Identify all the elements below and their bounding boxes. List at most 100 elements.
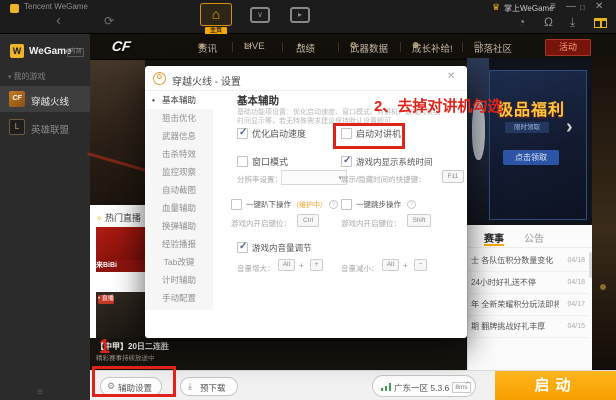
- menu-item-basic[interactable]: 基本辅助: [145, 91, 213, 109]
- download-icon: [188, 381, 192, 392]
- plus-separator: +: [403, 261, 408, 270]
- checkbox-window-mode[interactable]: [237, 156, 248, 167]
- sidebar-item-crossfire[interactable]: CF 穿越火线: [0, 86, 90, 112]
- carousel-poster[interactable]: [86, 60, 158, 205]
- label-volume-down: 音量减小：: [341, 264, 379, 273]
- active-tab-underline: [484, 244, 504, 246]
- helper-logo-icon: G: [153, 72, 166, 85]
- info-icon[interactable]: ?: [329, 200, 338, 209]
- activity-button[interactable]: 活动: [545, 39, 591, 56]
- predownload-button[interactable]: 预下载: [180, 377, 238, 396]
- live-thumbnail-label: 来BiBi: [96, 260, 145, 272]
- promo-frame: [489, 70, 587, 220]
- annotation-box-step2: [333, 123, 405, 149]
- annotation-step2-text: 2、去掉对讲机勾选: [374, 98, 503, 115]
- back-icon[interactable]: [56, 12, 61, 29]
- jump-key-button[interactable]: Shift: [407, 214, 431, 227]
- chevron-right-icon[interactable]: [566, 116, 573, 139]
- label-window-mode: 窗口模式: [252, 157, 289, 167]
- hot-live-title: 热门直播: [96, 211, 141, 224]
- live-thumbnail[interactable]: [96, 227, 145, 260]
- menu-item[interactable]: 监控观察: [145, 163, 213, 181]
- promo-title: 极品福利: [497, 102, 566, 119]
- checkbox-optimize-speed[interactable]: [237, 127, 248, 139]
- label-one-key-crouch: 一键趴下操作: [246, 200, 291, 209]
- banner-side-poster: [467, 58, 489, 225]
- my-games-section[interactable]: 我的游戏: [8, 71, 45, 82]
- checkbox-one-key-jump[interactable]: [341, 199, 352, 210]
- news-item[interactable]: 期 翻牌挑战好礼丰厚 04/15: [468, 316, 589, 338]
- panel-heading: 基本辅助: [237, 95, 279, 107]
- dialog-title: 穿越火线 - 设置: [172, 77, 241, 88]
- sidebar-item-lol[interactable]: L 英雄联盟: [0, 114, 90, 140]
- volume-down-key[interactable]: −: [414, 259, 427, 271]
- menu-item[interactable]: 击杀特效: [145, 145, 213, 163]
- predownload-label: 预下载: [200, 383, 226, 393]
- video-icon[interactable]: [290, 7, 310, 23]
- divider: [468, 247, 593, 248]
- crossfire-icon: CF: [9, 91, 25, 107]
- tab-esports[interactable]: 赛事: [484, 230, 504, 245]
- live-thumbnail[interactable]: 直播: [96, 292, 145, 338]
- compass-icon[interactable]: [518, 15, 525, 29]
- annotation-box-step1: [92, 366, 176, 397]
- download-icon[interactable]: [570, 15, 575, 30]
- resolution-dropdown[interactable]: [281, 170, 347, 185]
- minimize-icon[interactable]: [566, 1, 576, 12]
- headset-icon[interactable]: [544, 15, 553, 29]
- launch-button[interactable]: 启动: [495, 371, 616, 400]
- label-resolution: 分辨率设置：: [237, 175, 282, 184]
- claim-button[interactable]: 点击领取: [503, 150, 559, 165]
- checkbox-one-key-crouch[interactable]: [231, 199, 242, 210]
- tab-announcements[interactable]: 公告: [524, 230, 544, 245]
- volume-down-modifier-key[interactable]: Alt: [382, 259, 399, 271]
- menu-item[interactable]: 计时辅助: [145, 271, 213, 289]
- label-volume-control: 游戏内音量调节: [252, 243, 312, 253]
- wegame-logo-icon: W: [10, 44, 24, 58]
- home-tab[interactable]: [200, 3, 232, 26]
- volume-up-key[interactable]: +: [310, 259, 323, 271]
- menu-item[interactable]: 换弹辅助: [145, 217, 213, 235]
- server-selector[interactable]: 广东一区 5.3.6 8ms: [372, 375, 476, 397]
- gift-icon[interactable]: [594, 18, 607, 28]
- refresh-icon[interactable]: [104, 14, 114, 28]
- menu-item[interactable]: 经验播报: [145, 235, 213, 253]
- label-time-hotkey: 展示/隐藏时间的快捷键：: [341, 175, 426, 184]
- menu-icon[interactable]: [550, 1, 556, 12]
- live-badge: 直播: [98, 295, 114, 304]
- divider: [462, 42, 463, 52]
- volume-up-modifier-key[interactable]: Alt: [278, 259, 295, 271]
- news-item[interactable]: 年 全新荣耀积分玩法即将上线 04/17: [468, 294, 589, 316]
- mobile-wegame-label[interactable]: 掌上WeGame: [504, 3, 554, 14]
- wegame-app-icon: [10, 4, 19, 13]
- store-icon[interactable]: [250, 7, 270, 23]
- crouch-key-button[interactable]: Ctrl: [297, 214, 319, 227]
- hotkey-button[interactable]: F11: [442, 170, 464, 183]
- annotation-step1-number: 1: [99, 336, 111, 358]
- checkbox-show-time[interactable]: [341, 155, 352, 167]
- right-edge-poster: [592, 58, 616, 370]
- dialog-close-icon[interactable]: [447, 71, 455, 82]
- news-item[interactable]: 24小时好礼送不停 04/18: [468, 272, 589, 294]
- checkbox-volume-control[interactable]: [237, 241, 248, 253]
- label-volume-up: 音量增大：: [237, 264, 275, 273]
- server-name: 广东一区 5.3.6: [394, 383, 450, 393]
- menu-item[interactable]: 武器信息: [145, 127, 213, 145]
- menu-item[interactable]: 自动截图: [145, 181, 213, 199]
- info-icon[interactable]: ?: [407, 200, 416, 209]
- divider: [338, 42, 339, 52]
- menu-item[interactable]: 血量辅助: [145, 199, 213, 217]
- dialog-menu: 基本辅助 狙击优化 武器信息 击杀特效 监控观察 自动截图 血量辅助 换弹辅助 …: [145, 91, 213, 310]
- maximize-icon[interactable]: [580, 3, 585, 12]
- news-item[interactable]: 士 各队伍积分数量变化 04/18: [468, 250, 589, 272]
- menu-item[interactable]: 狙击优化: [145, 109, 213, 127]
- chevron-up-icon[interactable]: [464, 380, 472, 391]
- menu-item[interactable]: Tab改键: [145, 253, 213, 271]
- sidebar-item-label: 英雄联盟: [31, 125, 70, 136]
- wegame-logo-text: WeGame: [29, 46, 72, 57]
- close-icon[interactable]: [595, 1, 603, 12]
- label-one-key-jump: 一键跳步操作: [356, 200, 401, 209]
- promo-banner[interactable]: 极品福利 限时领取 点击领取: [467, 58, 592, 225]
- menu-item[interactable]: 手动配置: [145, 289, 213, 307]
- sidebar-handle-icon[interactable]: [37, 387, 43, 398]
